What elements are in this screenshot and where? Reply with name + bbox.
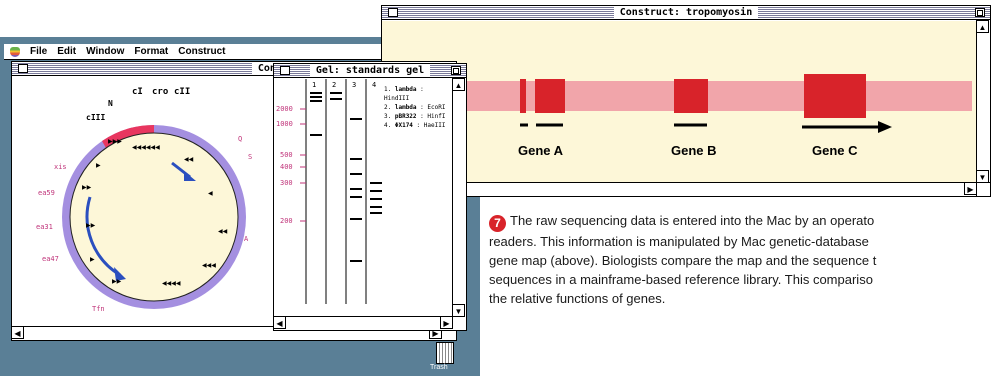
window-title: Construct: tropomyosin bbox=[613, 6, 759, 19]
gene-label-cii: cII bbox=[174, 87, 191, 97]
gene-label-q: Q bbox=[238, 135, 243, 143]
exon-1 bbox=[520, 79, 526, 113]
gel-legend: 1. lambda : HindIII 2. lambda : EcoRI 3.… bbox=[384, 85, 452, 130]
trash-icon[interactable] bbox=[436, 342, 454, 364]
gene-label-tfn: Tfn bbox=[92, 305, 105, 313]
exon-2 bbox=[535, 79, 565, 113]
tropomyosin-hscroll[interactable]: ◀ ▶ bbox=[381, 182, 977, 196]
scroll-down-icon[interactable]: ▼ bbox=[452, 304, 465, 317]
legend-row: 3. pBR322 : HinfI bbox=[384, 113, 446, 120]
legend-row: 4. ΦX174 : HaeIII bbox=[384, 122, 446, 129]
tropomyosin-window: Construct: tropomyosin Gene A Gene B Gen… bbox=[381, 5, 991, 197]
gene-map-canvas: Gene A Gene B Gene C bbox=[382, 21, 976, 182]
svg-text:▶▶▶: ▶▶▶ bbox=[108, 139, 122, 145]
svg-text:▶▶: ▶▶ bbox=[112, 279, 122, 285]
gel-hscroll[interactable]: ◀ ▶ bbox=[273, 316, 453, 330]
caption-line: readers. This information is manipulated… bbox=[489, 234, 869, 249]
close-box-icon[interactable] bbox=[18, 64, 28, 73]
gel-titlebar[interactable]: Gel: standards gel bbox=[274, 64, 466, 78]
tropomyosin-vscroll[interactable]: ▲ ▼ bbox=[976, 20, 990, 183]
window-title: Gel: standards gel bbox=[309, 64, 431, 77]
gene-label-ci: cI bbox=[132, 87, 143, 97]
menu-edit[interactable]: Edit bbox=[57, 46, 76, 57]
gene-label-a: A bbox=[244, 235, 249, 243]
menu-file[interactable]: File bbox=[30, 46, 47, 57]
svg-text:▶▶: ▶▶ bbox=[86, 223, 96, 229]
svg-text:◀◀◀◀: ◀◀◀◀ bbox=[162, 281, 181, 287]
scale-300: 300 bbox=[280, 179, 293, 187]
gene-label-cro: cro bbox=[152, 87, 169, 97]
svg-text:◀◀◀: ◀◀◀ bbox=[202, 263, 216, 269]
zoom-box-icon[interactable] bbox=[451, 66, 461, 75]
caption-line: 7 The raw sequencing data is entered into… bbox=[489, 211, 989, 232]
exon-4 bbox=[804, 74, 866, 118]
scroll-left-icon[interactable]: ◀ bbox=[11, 326, 24, 339]
scroll-right-icon[interactable]: ▶ bbox=[440, 316, 453, 329]
gene-b-label: Gene B bbox=[671, 143, 717, 158]
caption-line: the relative functions of genes. bbox=[489, 291, 666, 306]
gene-label-n: N bbox=[108, 99, 113, 108]
svg-text:▶▶: ▶▶ bbox=[82, 185, 92, 191]
scroll-up-icon[interactable]: ▲ bbox=[452, 78, 465, 91]
legend-row: 2. lambda : EcoRI bbox=[384, 104, 446, 111]
scale-1000: 1000 bbox=[276, 120, 293, 128]
svg-text:▶: ▶ bbox=[90, 257, 95, 263]
gene-c-label: Gene C bbox=[812, 143, 858, 158]
close-box-icon[interactable] bbox=[388, 8, 398, 17]
caption-line: gene map (above). Biologists compare the… bbox=[489, 253, 877, 268]
svg-text:◀◀◀◀◀◀: ◀◀◀◀◀◀ bbox=[132, 145, 160, 151]
legend-row: 1. lambda : HindIII bbox=[384, 86, 424, 102]
scale-200: 200 bbox=[280, 217, 293, 225]
scale-500: 500 bbox=[280, 151, 293, 159]
resize-box-icon[interactable] bbox=[976, 182, 990, 196]
menu-window[interactable]: Window bbox=[86, 46, 124, 57]
lane-4-label: 4 bbox=[372, 81, 377, 89]
tropomyosin-titlebar[interactable]: Construct: tropomyosin bbox=[382, 6, 990, 20]
gene-label-ea31: ea31 bbox=[36, 223, 53, 231]
menu-format[interactable]: Format bbox=[134, 46, 168, 57]
gene-label-ea59: ea59 bbox=[38, 189, 55, 197]
gel-vscroll[interactable]: ▲ ▼ bbox=[452, 78, 466, 317]
lane-1-label: 1 bbox=[312, 81, 317, 89]
apple-menu-icon[interactable] bbox=[10, 46, 20, 57]
plasmid-inner bbox=[70, 133, 238, 301]
step-number-badge: 7 bbox=[489, 215, 506, 232]
lane-3-label: 3 bbox=[352, 81, 357, 89]
scroll-up-icon[interactable]: ▲ bbox=[976, 20, 989, 33]
svg-text:◀◀: ◀◀ bbox=[218, 229, 228, 235]
exon-3 bbox=[674, 79, 708, 113]
gene-label-ciii: cIII bbox=[86, 113, 106, 122]
scale-2000: 2000 bbox=[276, 105, 293, 113]
zoom-box-icon[interactable] bbox=[975, 8, 985, 17]
gel-canvas: 1 2 3 4 2000 1000 500 400 300 200 1. lam… bbox=[274, 79, 452, 316]
svg-text:◀: ◀ bbox=[208, 191, 213, 197]
gene-map-graphic bbox=[467, 74, 972, 133]
gene-label-s: S bbox=[248, 153, 253, 161]
caption: 7 The raw sequencing data is entered into… bbox=[489, 211, 989, 308]
svg-text:◀◀: ◀◀ bbox=[184, 157, 194, 163]
gene-label-ea47: ea47 bbox=[42, 255, 59, 263]
gel-window: Gel: standards gel 1 2 3 4 2000 1000 500… bbox=[273, 63, 467, 331]
svg-text:▶: ▶ bbox=[96, 163, 101, 169]
scale-400: 400 bbox=[280, 163, 293, 171]
gene-a-label: Gene A bbox=[518, 143, 564, 158]
lane-2-label: 2 bbox=[332, 81, 337, 89]
menu-construct[interactable]: Construct bbox=[178, 46, 225, 57]
trash-label: Trash bbox=[430, 364, 448, 371]
lambda-map-canvas: ▶▶▶ ◀◀◀◀◀◀ ◀◀ ◀ ◀◀ ◀◀◀ ◀◀◀◀ ▶▶ ▶ ▶▶ ▶▶ ▶… bbox=[12, 77, 272, 326]
gene-label-xis: xis bbox=[54, 163, 67, 171]
close-box-icon[interactable] bbox=[280, 66, 290, 75]
caption-line: sequences in a mainframe-based reference… bbox=[489, 272, 873, 287]
plasmid-map-graphic: ▶▶▶ ◀◀◀◀◀◀ ◀◀ ◀ ◀◀ ◀◀◀ ◀◀◀◀ ▶▶ ▶ ▶▶ ▶▶ ▶ bbox=[62, 124, 246, 309]
scroll-left-icon[interactable]: ◀ bbox=[273, 316, 286, 329]
